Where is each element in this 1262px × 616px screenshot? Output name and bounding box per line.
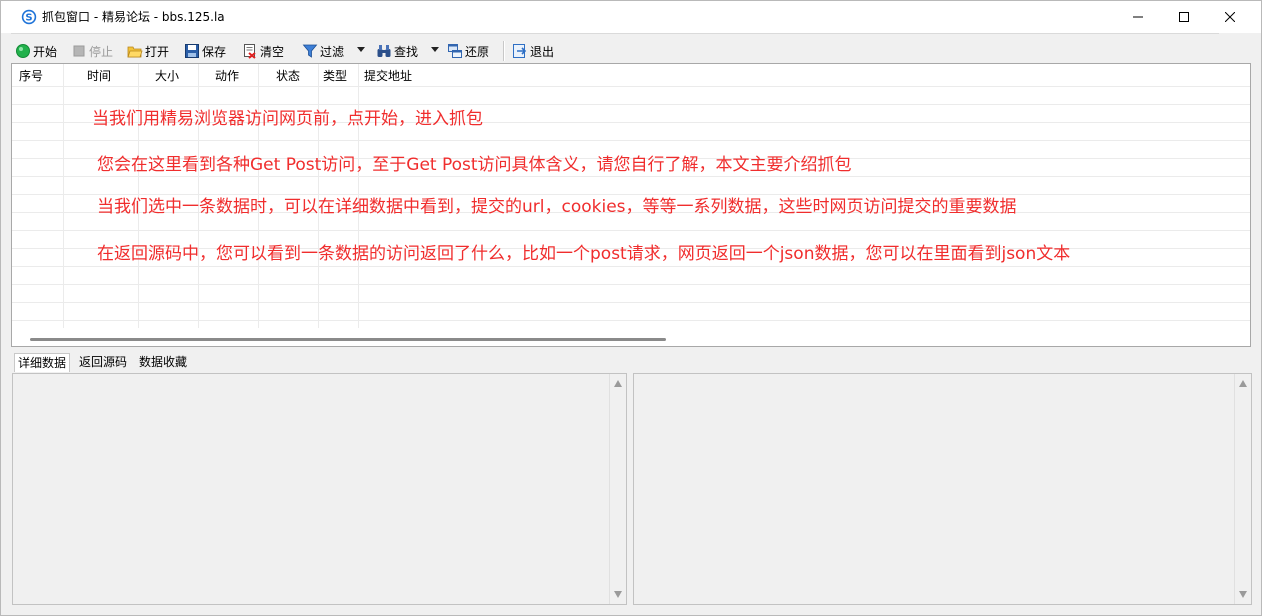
save-label: 保存 bbox=[202, 44, 227, 59]
tab-details[interactable]: 详细数据 bbox=[14, 353, 71, 372]
restore-label: 还原 bbox=[465, 44, 490, 59]
stop-button[interactable]: 停止 bbox=[71, 41, 113, 61]
scroll-down-icon[interactable] bbox=[614, 591, 622, 598]
column-header[interactable]: 状态 bbox=[276, 68, 300, 84]
open-button[interactable]: 打开 bbox=[127, 41, 169, 61]
maximize-button[interactable] bbox=[1161, 1, 1207, 33]
column-header[interactable]: 类型 bbox=[323, 68, 347, 84]
find-dropdown-icon[interactable] bbox=[431, 47, 439, 52]
annotation-text: 您会在这里看到各种Get Post访问，至于Get Post访问具体含义，请您自… bbox=[97, 155, 852, 175]
column-header[interactable]: 序号 bbox=[19, 68, 43, 84]
clear-label: 清空 bbox=[260, 44, 285, 59]
vertical-scrollbar[interactable] bbox=[609, 374, 626, 604]
exit-button[interactable]: 退出 bbox=[512, 41, 554, 61]
clear-button[interactable]: 清空 bbox=[242, 41, 284, 61]
vertical-scrollbar[interactable] bbox=[1234, 374, 1251, 604]
save-button[interactable]: 保存 bbox=[184, 41, 226, 61]
grid-line bbox=[12, 320, 1250, 321]
exit-label: 退出 bbox=[530, 44, 555, 59]
column-header[interactable]: 提交地址 bbox=[364, 68, 412, 84]
title-divider bbox=[11, 33, 1219, 34]
capture-window: S 抓包窗口 - 精易论坛 - bbs.125.la 开始 停止 打开 保存 清… bbox=[0, 0, 1262, 616]
tab-favorites[interactable]: 数据收藏 bbox=[136, 353, 190, 371]
column-header[interactable]: 时间 bbox=[87, 68, 111, 84]
tab-response-source[interactable]: 返回源码 bbox=[76, 353, 130, 371]
scroll-down-icon[interactable] bbox=[1239, 591, 1247, 598]
grid-line bbox=[12, 104, 1250, 105]
window-title: 抓包窗口 - 精易论坛 - bbs.125.la bbox=[42, 10, 225, 24]
annotation-text: 当我们用精易浏览器访问网页前，点开始，进入抓包 bbox=[92, 109, 483, 129]
column-header[interactable]: 动作 bbox=[215, 68, 239, 84]
filter-button[interactable]: 过滤 bbox=[302, 41, 344, 61]
restore-button[interactable]: 还原 bbox=[447, 41, 489, 61]
maximize-icon bbox=[1179, 12, 1189, 22]
grid-line bbox=[12, 140, 1250, 141]
find-label: 查找 bbox=[394, 44, 419, 59]
filter-dropdown-icon[interactable] bbox=[357, 47, 365, 52]
grid-line bbox=[12, 284, 1250, 285]
svg-text:S: S bbox=[25, 13, 32, 24]
scroll-up-icon[interactable] bbox=[614, 380, 622, 387]
minimize-button[interactable] bbox=[1115, 1, 1161, 33]
annotation-text: 当我们选中一条数据时，可以在详细数据中看到，提交的url，cookies，等等一… bbox=[97, 197, 1017, 217]
floppy-disk-icon bbox=[185, 44, 199, 58]
folder-open-icon bbox=[127, 46, 143, 58]
grid-line bbox=[12, 86, 1250, 87]
green-dot-icon bbox=[16, 44, 30, 58]
restore-windows-icon bbox=[448, 44, 462, 58]
filter-label: 过滤 bbox=[320, 44, 345, 59]
open-label: 打开 bbox=[145, 44, 170, 59]
minimize-icon bbox=[1133, 16, 1143, 18]
app-logo-icon: S bbox=[21, 9, 37, 25]
packet-list[interactable]: 序号 时间 大小 动作 状态 类型 提交地址 当我们用精易浏览器访问网页前，点开… bbox=[11, 63, 1251, 347]
exit-door-icon bbox=[513, 44, 527, 58]
stop-label: 停止 bbox=[89, 44, 114, 59]
grid-line bbox=[12, 176, 1250, 177]
content-pane[interactable] bbox=[633, 373, 1252, 605]
column-header[interactable]: 大小 bbox=[155, 68, 179, 84]
toolbar: 开始 停止 打开 保存 清空 过滤 查找 还原 退出 bbox=[11, 39, 1251, 63]
close-icon bbox=[1225, 12, 1235, 22]
grid-line bbox=[12, 194, 1250, 195]
stop-square-icon bbox=[73, 45, 85, 57]
start-label: 开始 bbox=[33, 44, 58, 59]
close-button[interactable] bbox=[1207, 1, 1253, 33]
grid-line bbox=[12, 302, 1250, 303]
binoculars-icon bbox=[377, 45, 391, 57]
annotation-text: 在返回源码中，您可以看到一条数据的访问返回了什么，比如一个post请求，网页返回… bbox=[97, 244, 1071, 264]
toolbar-separator bbox=[503, 41, 505, 61]
grid-line bbox=[12, 230, 1250, 231]
grid-line bbox=[12, 266, 1250, 267]
scroll-up-icon[interactable] bbox=[1239, 380, 1247, 387]
title-bar[interactable]: S 抓包窗口 - 精易论坛 - bbs.125.la bbox=[1, 1, 1261, 33]
funnel-icon bbox=[302, 44, 318, 58]
find-button[interactable]: 查找 bbox=[376, 41, 418, 61]
horizontal-scroll-thumb[interactable] bbox=[30, 338, 666, 341]
details-pane[interactable] bbox=[12, 373, 627, 605]
clear-doc-icon bbox=[244, 44, 256, 59]
start-button[interactable]: 开始 bbox=[15, 41, 57, 61]
